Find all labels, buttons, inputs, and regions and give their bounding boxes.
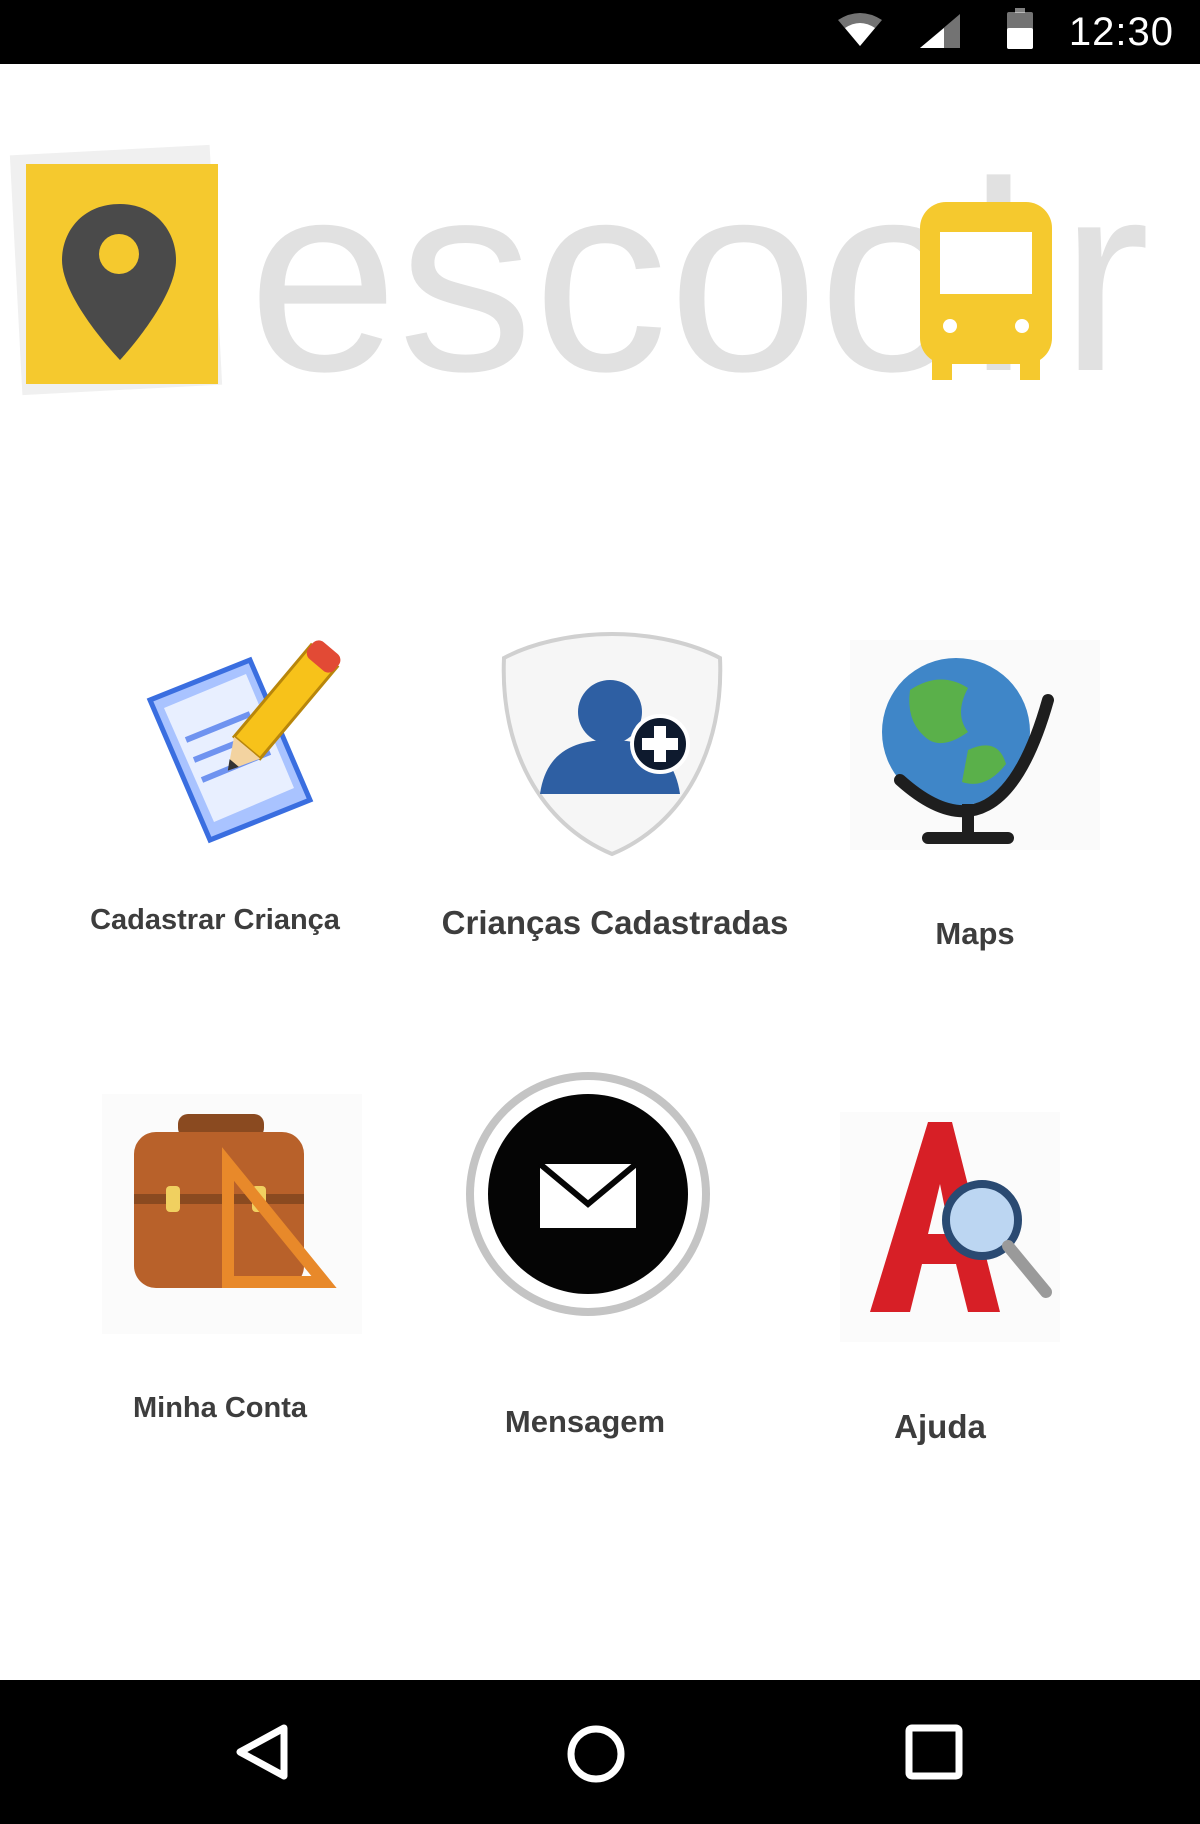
menu-item-label: Maps bbox=[935, 916, 1015, 951]
menu-item-cadastrar-crianca[interactable]: Cadastrar Criança bbox=[70, 610, 360, 950]
document-pencil-icon bbox=[146, 640, 341, 844]
menu-item-mensagem[interactable]: Mensagem bbox=[460, 1068, 710, 1448]
navigation-bar bbox=[0, 1680, 1200, 1824]
back-icon[interactable] bbox=[226, 1720, 306, 1784]
letter-a-magnifier-icon bbox=[840, 1112, 1060, 1342]
school-bus-icon bbox=[920, 202, 1052, 380]
wifi-icon bbox=[838, 13, 882, 46]
menu-item-minha-conta[interactable]: Minha Conta bbox=[90, 1090, 362, 1430]
status-time: 12:30 bbox=[1068, 10, 1174, 54]
menu-item-ajuda[interactable]: Ajuda bbox=[830, 1112, 1060, 1462]
logo-text-left: escool bbox=[248, 127, 1028, 424]
app-logo: escool r bbox=[9, 127, 1150, 424]
briefcase-ruler-icon bbox=[102, 1094, 362, 1334]
home-icon[interactable] bbox=[558, 1716, 634, 1792]
cellular-signal-icon bbox=[920, 14, 960, 48]
globe-icon bbox=[850, 640, 1100, 850]
menu-item-label: Mensagem bbox=[504, 1404, 666, 1439]
menu-item-label: Cadastrar Criança bbox=[90, 904, 340, 936]
menu-item-maps[interactable]: Maps bbox=[850, 630, 1100, 960]
battery-icon bbox=[1007, 8, 1033, 49]
menu-item-label: Crianças Cadastradas bbox=[441, 904, 789, 941]
recents-icon[interactable] bbox=[898, 1720, 974, 1790]
add-user-shield-icon bbox=[501, 631, 723, 857]
status-bar: 12:30 bbox=[0, 0, 1200, 64]
envelope-icon bbox=[466, 1072, 710, 1316]
menu-item-label: Ajuda bbox=[894, 1408, 986, 1445]
menu-item-criancas-cadastradas[interactable]: Crianças Cadastradas bbox=[430, 610, 800, 950]
menu-item-label: Minha Conta bbox=[133, 1392, 307, 1424]
logo-text-right: r bbox=[1060, 127, 1150, 424]
